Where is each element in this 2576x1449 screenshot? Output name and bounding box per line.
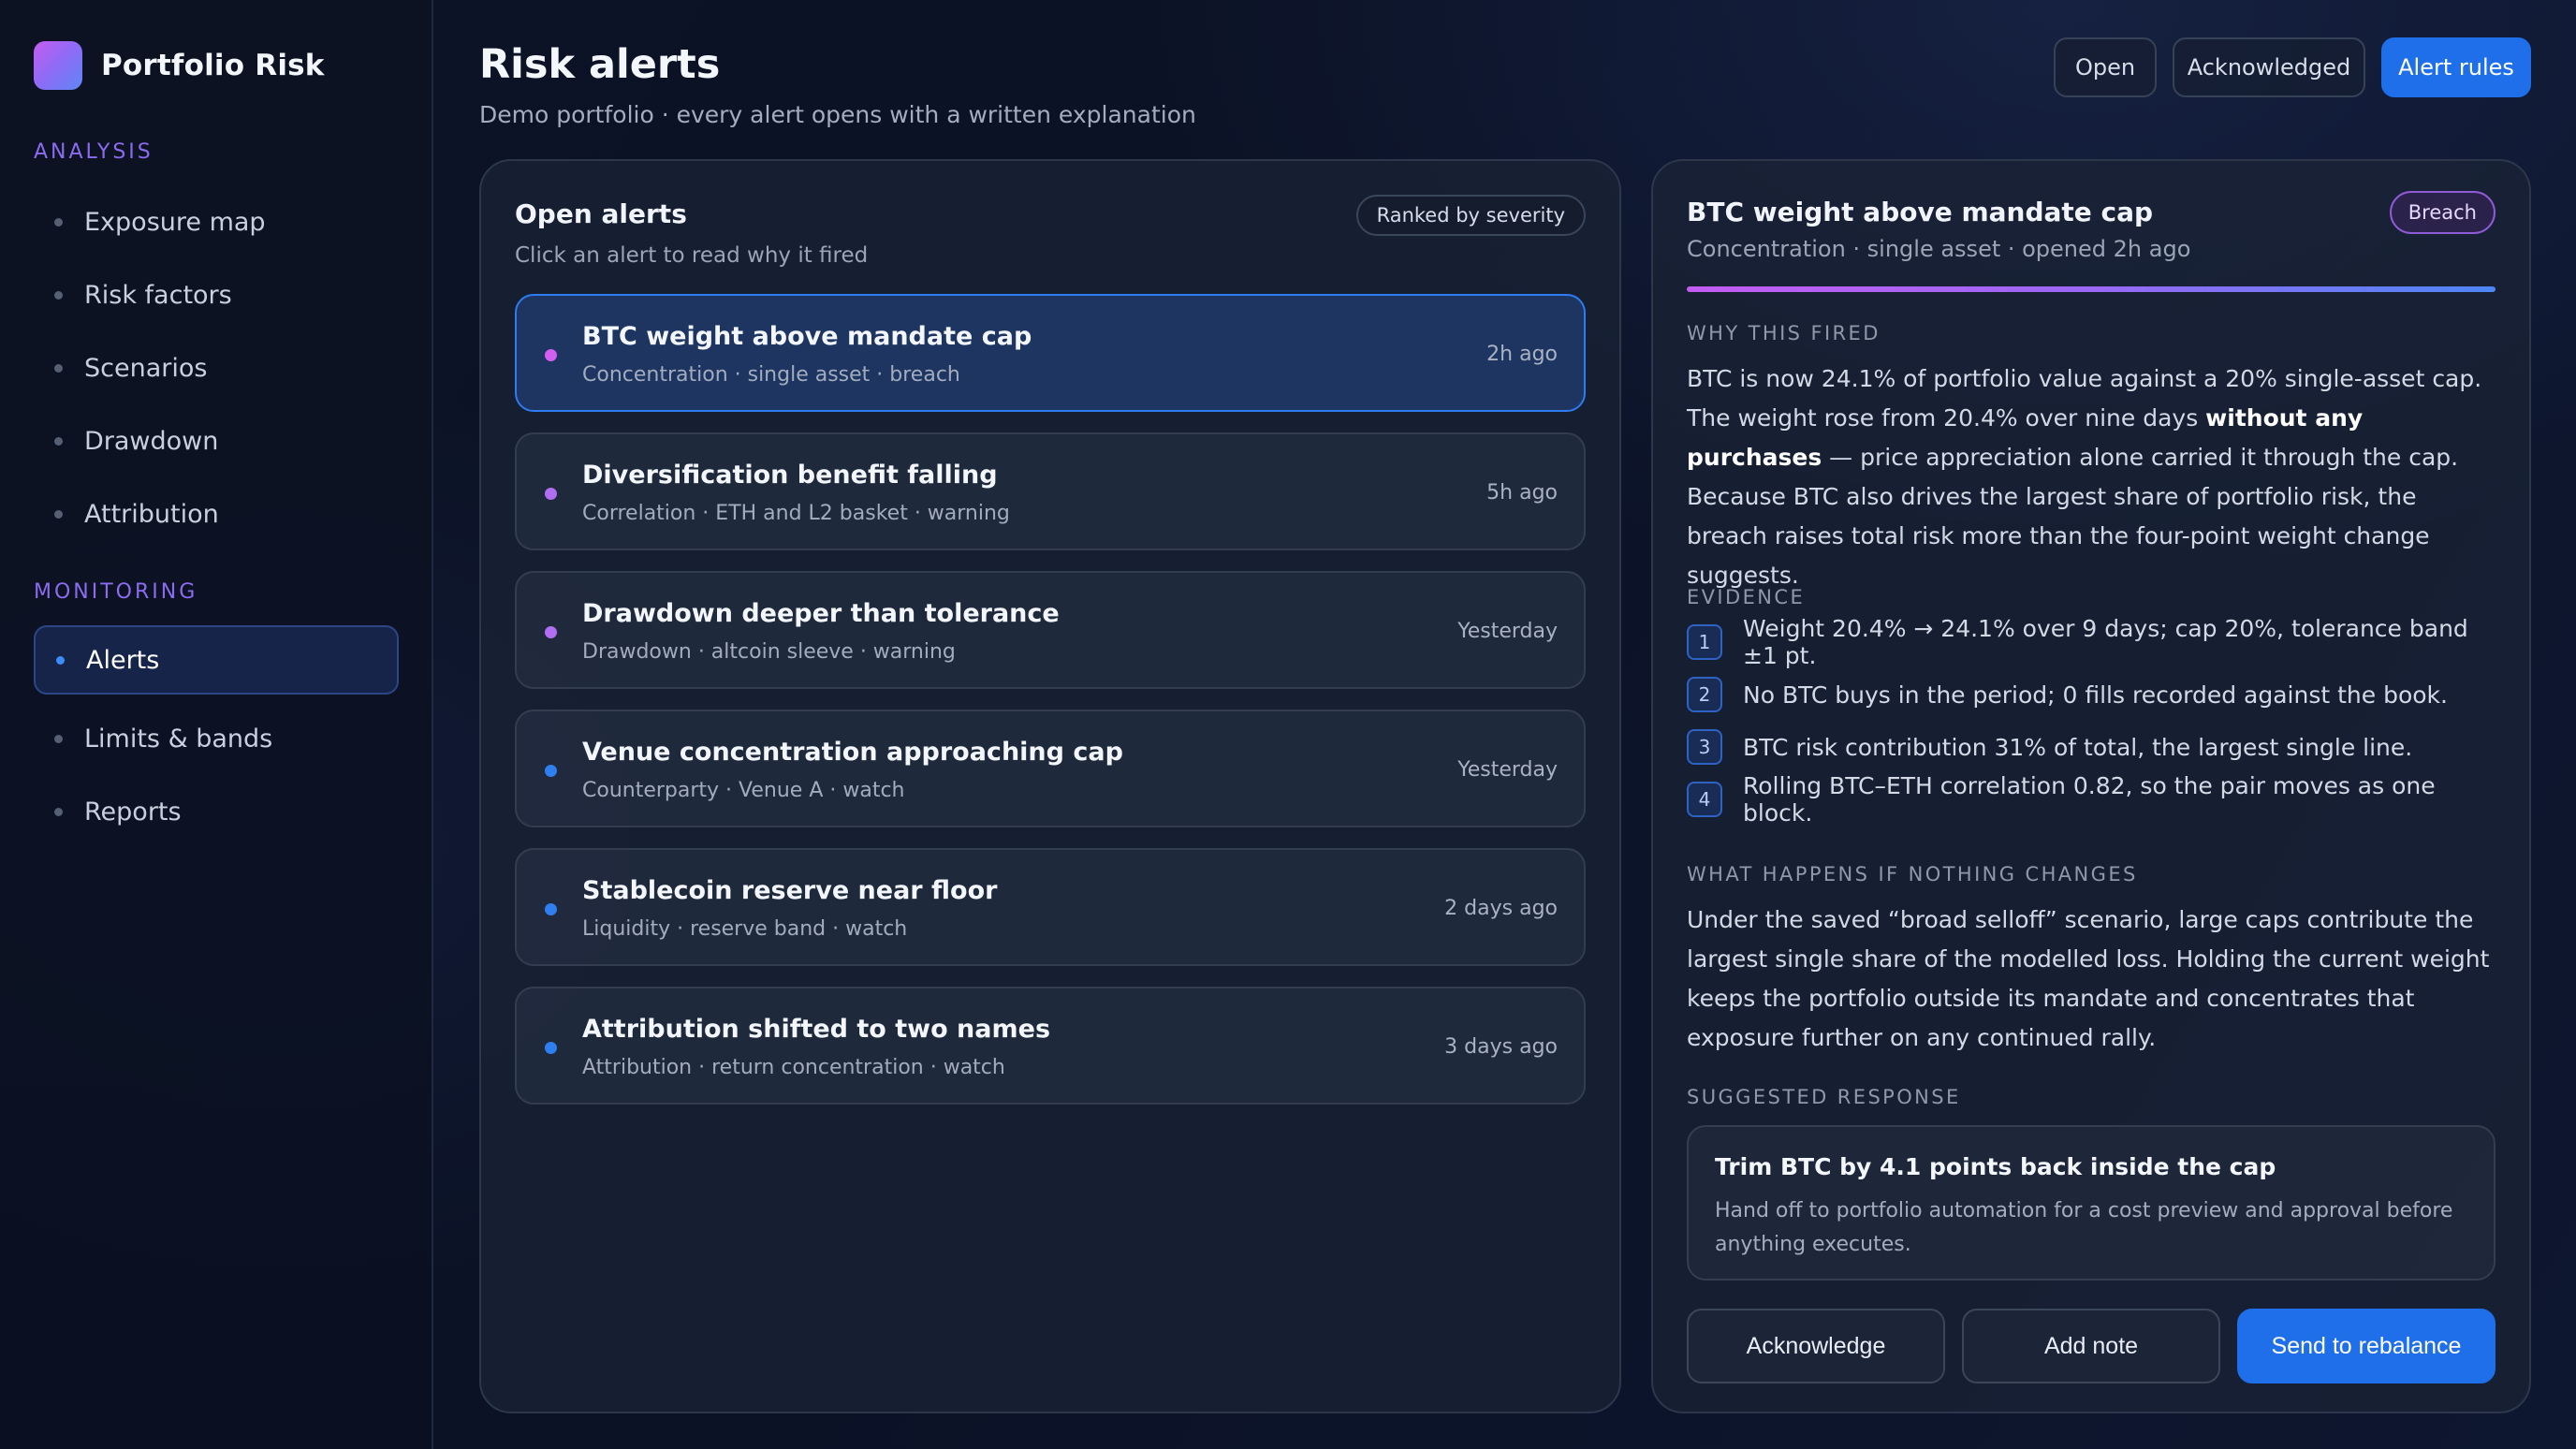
- sidebar-item-label: Risk factors: [84, 280, 232, 310]
- severity-dot-icon: [545, 903, 557, 915]
- evidence-number: 1: [1687, 624, 1722, 660]
- bullet-icon: [54, 363, 63, 373]
- bullet-icon: [54, 217, 63, 227]
- section-heading-nothing-changes: WHAT HAPPENS IF NOTHING CHANGES: [1687, 863, 2138, 886]
- section-label-monitoring: MONITORING: [34, 580, 198, 604]
- sidebar-item-label: Limits & bands: [84, 724, 273, 754]
- severity-dot-icon: [545, 626, 557, 638]
- bullet-icon: [54, 290, 63, 300]
- sidebar-item-scenarios[interactable]: Scenarios: [34, 333, 399, 402]
- section-label-analysis: ANALYSIS: [34, 140, 154, 164]
- alert-time: 5h ago: [1486, 481, 1558, 505]
- evidence-text: Weight 20.4% → 24.1% over 9 days; cap 20…: [1743, 615, 2468, 669]
- detail-title: BTC weight above mandate cap: [1687, 197, 2154, 227]
- alert-title: BTC weight above mandate cap: [582, 322, 1032, 351]
- sidebar-item-limits-bands[interactable]: Limits & bands: [34, 704, 399, 773]
- filter-acknowledged-button[interactable]: Acknowledged: [2173, 37, 2365, 97]
- severity-dot-icon: [545, 349, 557, 361]
- sidebar-item-label: Exposure map: [84, 207, 266, 237]
- send-to-rebalance-button[interactable]: Send to rebalance: [2237, 1309, 2496, 1383]
- alert-time: Yesterday: [1457, 758, 1558, 782]
- sidebar-item-label: Reports: [84, 797, 182, 827]
- suggested-response-card[interactable]: Trim BTC by 4.1 points back inside the c…: [1687, 1125, 2496, 1281]
- add-note-button[interactable]: Add note: [1962, 1309, 2220, 1383]
- app-logo-icon: [34, 41, 82, 90]
- alert-title: Venue concentration approaching cap: [582, 738, 1123, 767]
- bullet-icon: [54, 734, 63, 743]
- section-heading-suggested: SUGGESTED RESPONSE: [1687, 1086, 1961, 1108]
- panel-title: Open alerts: [515, 198, 687, 229]
- alert-meta: Liquidity · reserve band · watch: [582, 917, 908, 941]
- evidence-text: No BTC buys in the period; 0 fills recor…: [1743, 681, 2448, 709]
- sidebar-item-attribution[interactable]: Attribution: [34, 479, 399, 549]
- alert-item[interactable]: Venue concentration approaching cap Coun…: [515, 710, 1586, 827]
- alert-time: 3 days ago: [1444, 1035, 1558, 1059]
- section-heading-evidence: EVIDENCE: [1687, 586, 1806, 608]
- page-subtitle: Demo portfolio · every alert opens with …: [479, 101, 1196, 128]
- open-alerts-panel: Open alerts Click an alert to read why i…: [479, 159, 1621, 1413]
- evidence-item: 3 BTC risk contribution 31% of total, th…: [1687, 728, 2501, 766]
- app-name: Portfolio Risk: [101, 49, 325, 82]
- filter-open-button[interactable]: Open: [2054, 37, 2157, 97]
- alert-rules-button[interactable]: Alert rules: [2381, 37, 2531, 97]
- evidence-number: 2: [1687, 677, 1722, 712]
- alert-meta: Counterparty · Venue A · watch: [582, 779, 905, 802]
- panel-subtitle: Click an alert to read why it fired: [515, 243, 869, 268]
- sort-badge[interactable]: Ranked by severity: [1355, 195, 1586, 236]
- evidence-text: Rolling BTC–ETH correlation 0.82, so the…: [1743, 772, 2436, 827]
- suggested-title: Trim BTC by 4.1 points back inside the c…: [1715, 1153, 2276, 1180]
- severity-bar: [1687, 286, 2496, 292]
- sidebar-item-label: Scenarios: [84, 353, 208, 383]
- alert-title: Attribution shifted to two names: [582, 1015, 1051, 1044]
- severity-dot-icon: [545, 1042, 557, 1054]
- alert-title: Stablecoin reserve near floor: [582, 876, 998, 905]
- sidebar: Portfolio Risk ANALYSIS Exposure map Ris…: [0, 0, 433, 1449]
- alert-item[interactable]: Diversification benefit falling Correlat…: [515, 432, 1586, 550]
- sidebar-item-reports[interactable]: Reports: [34, 777, 399, 846]
- severity-dot-icon: [545, 765, 557, 777]
- sidebar-item-label: Attribution: [84, 499, 219, 529]
- alert-detail-panel: BTC weight above mandate cap Concentrati…: [1651, 159, 2531, 1413]
- sidebar-item-label: Alerts: [86, 645, 160, 675]
- alert-item[interactable]: BTC weight above mandate cap Concentrati…: [515, 294, 1586, 412]
- evidence-text: BTC risk contribution 31% of total, the …: [1743, 733, 2413, 761]
- sidebar-item-drawdown[interactable]: Drawdown: [34, 406, 399, 476]
- status-badge: Breach: [2389, 191, 2496, 234]
- alert-title: Diversification benefit falling: [582, 461, 998, 490]
- evidence-number: 3: [1687, 729, 1722, 765]
- severity-dot-icon: [545, 488, 557, 500]
- suggested-description: Hand off to portfolio automation for a c…: [1715, 1199, 2453, 1256]
- alert-time: 2 days ago: [1444, 897, 1558, 920]
- alert-item[interactable]: Drawdown deeper than tolerance Drawdown …: [515, 571, 1586, 689]
- alert-meta: Correlation · ETH and L2 basket · warnin…: [582, 502, 1010, 525]
- page-title: Risk alerts: [479, 41, 721, 88]
- sidebar-item-exposure-map[interactable]: Exposure map: [34, 187, 399, 256]
- alert-time: 2h ago: [1486, 343, 1558, 366]
- alert-meta: Drawdown · altcoin sleeve · warning: [582, 640, 956, 664]
- why-explanation: BTC is now 24.1% of portfolio value agai…: [1687, 365, 2482, 589]
- bullet-icon: [54, 807, 63, 816]
- acknowledge-button[interactable]: Acknowledge: [1687, 1309, 1945, 1383]
- evidence-number: 4: [1687, 782, 1722, 817]
- evidence-item: 1 Weight 20.4% → 24.1% over 9 days; cap …: [1687, 615, 2501, 669]
- section-heading-why: WHY THIS FIRED: [1687, 322, 1881, 344]
- sidebar-item-alerts[interactable]: Alerts: [34, 625, 399, 695]
- sidebar-item-risk-factors[interactable]: Risk factors: [34, 260, 399, 329]
- sidebar-item-label: Drawdown: [84, 426, 219, 456]
- bullet-icon: [54, 436, 63, 446]
- evidence-item: 4 Rolling BTC–ETH correlation 0.82, so t…: [1687, 772, 2501, 827]
- alert-item[interactable]: Attribution shifted to two names Attribu…: [515, 987, 1586, 1105]
- bullet-icon: [54, 509, 63, 519]
- bullet-icon: [56, 655, 65, 665]
- alert-meta: Attribution · return concentration · wat…: [582, 1056, 1005, 1079]
- alert-title: Drawdown deeper than tolerance: [582, 599, 1060, 628]
- brand[interactable]: Portfolio Risk: [34, 41, 325, 90]
- evidence-item: 2 No BTC buys in the period; 0 fills rec…: [1687, 676, 2501, 713]
- alert-meta: Concentration · single asset · breach: [582, 363, 960, 387]
- alert-time: Yesterday: [1457, 620, 1558, 643]
- nothing-changes-text: Under the saved “broad selloff” scenario…: [1687, 906, 2490, 1051]
- alert-item[interactable]: Stablecoin reserve near floor Liquidity …: [515, 848, 1586, 966]
- detail-subtitle: Concentration · single asset · opened 2h…: [1687, 236, 2191, 262]
